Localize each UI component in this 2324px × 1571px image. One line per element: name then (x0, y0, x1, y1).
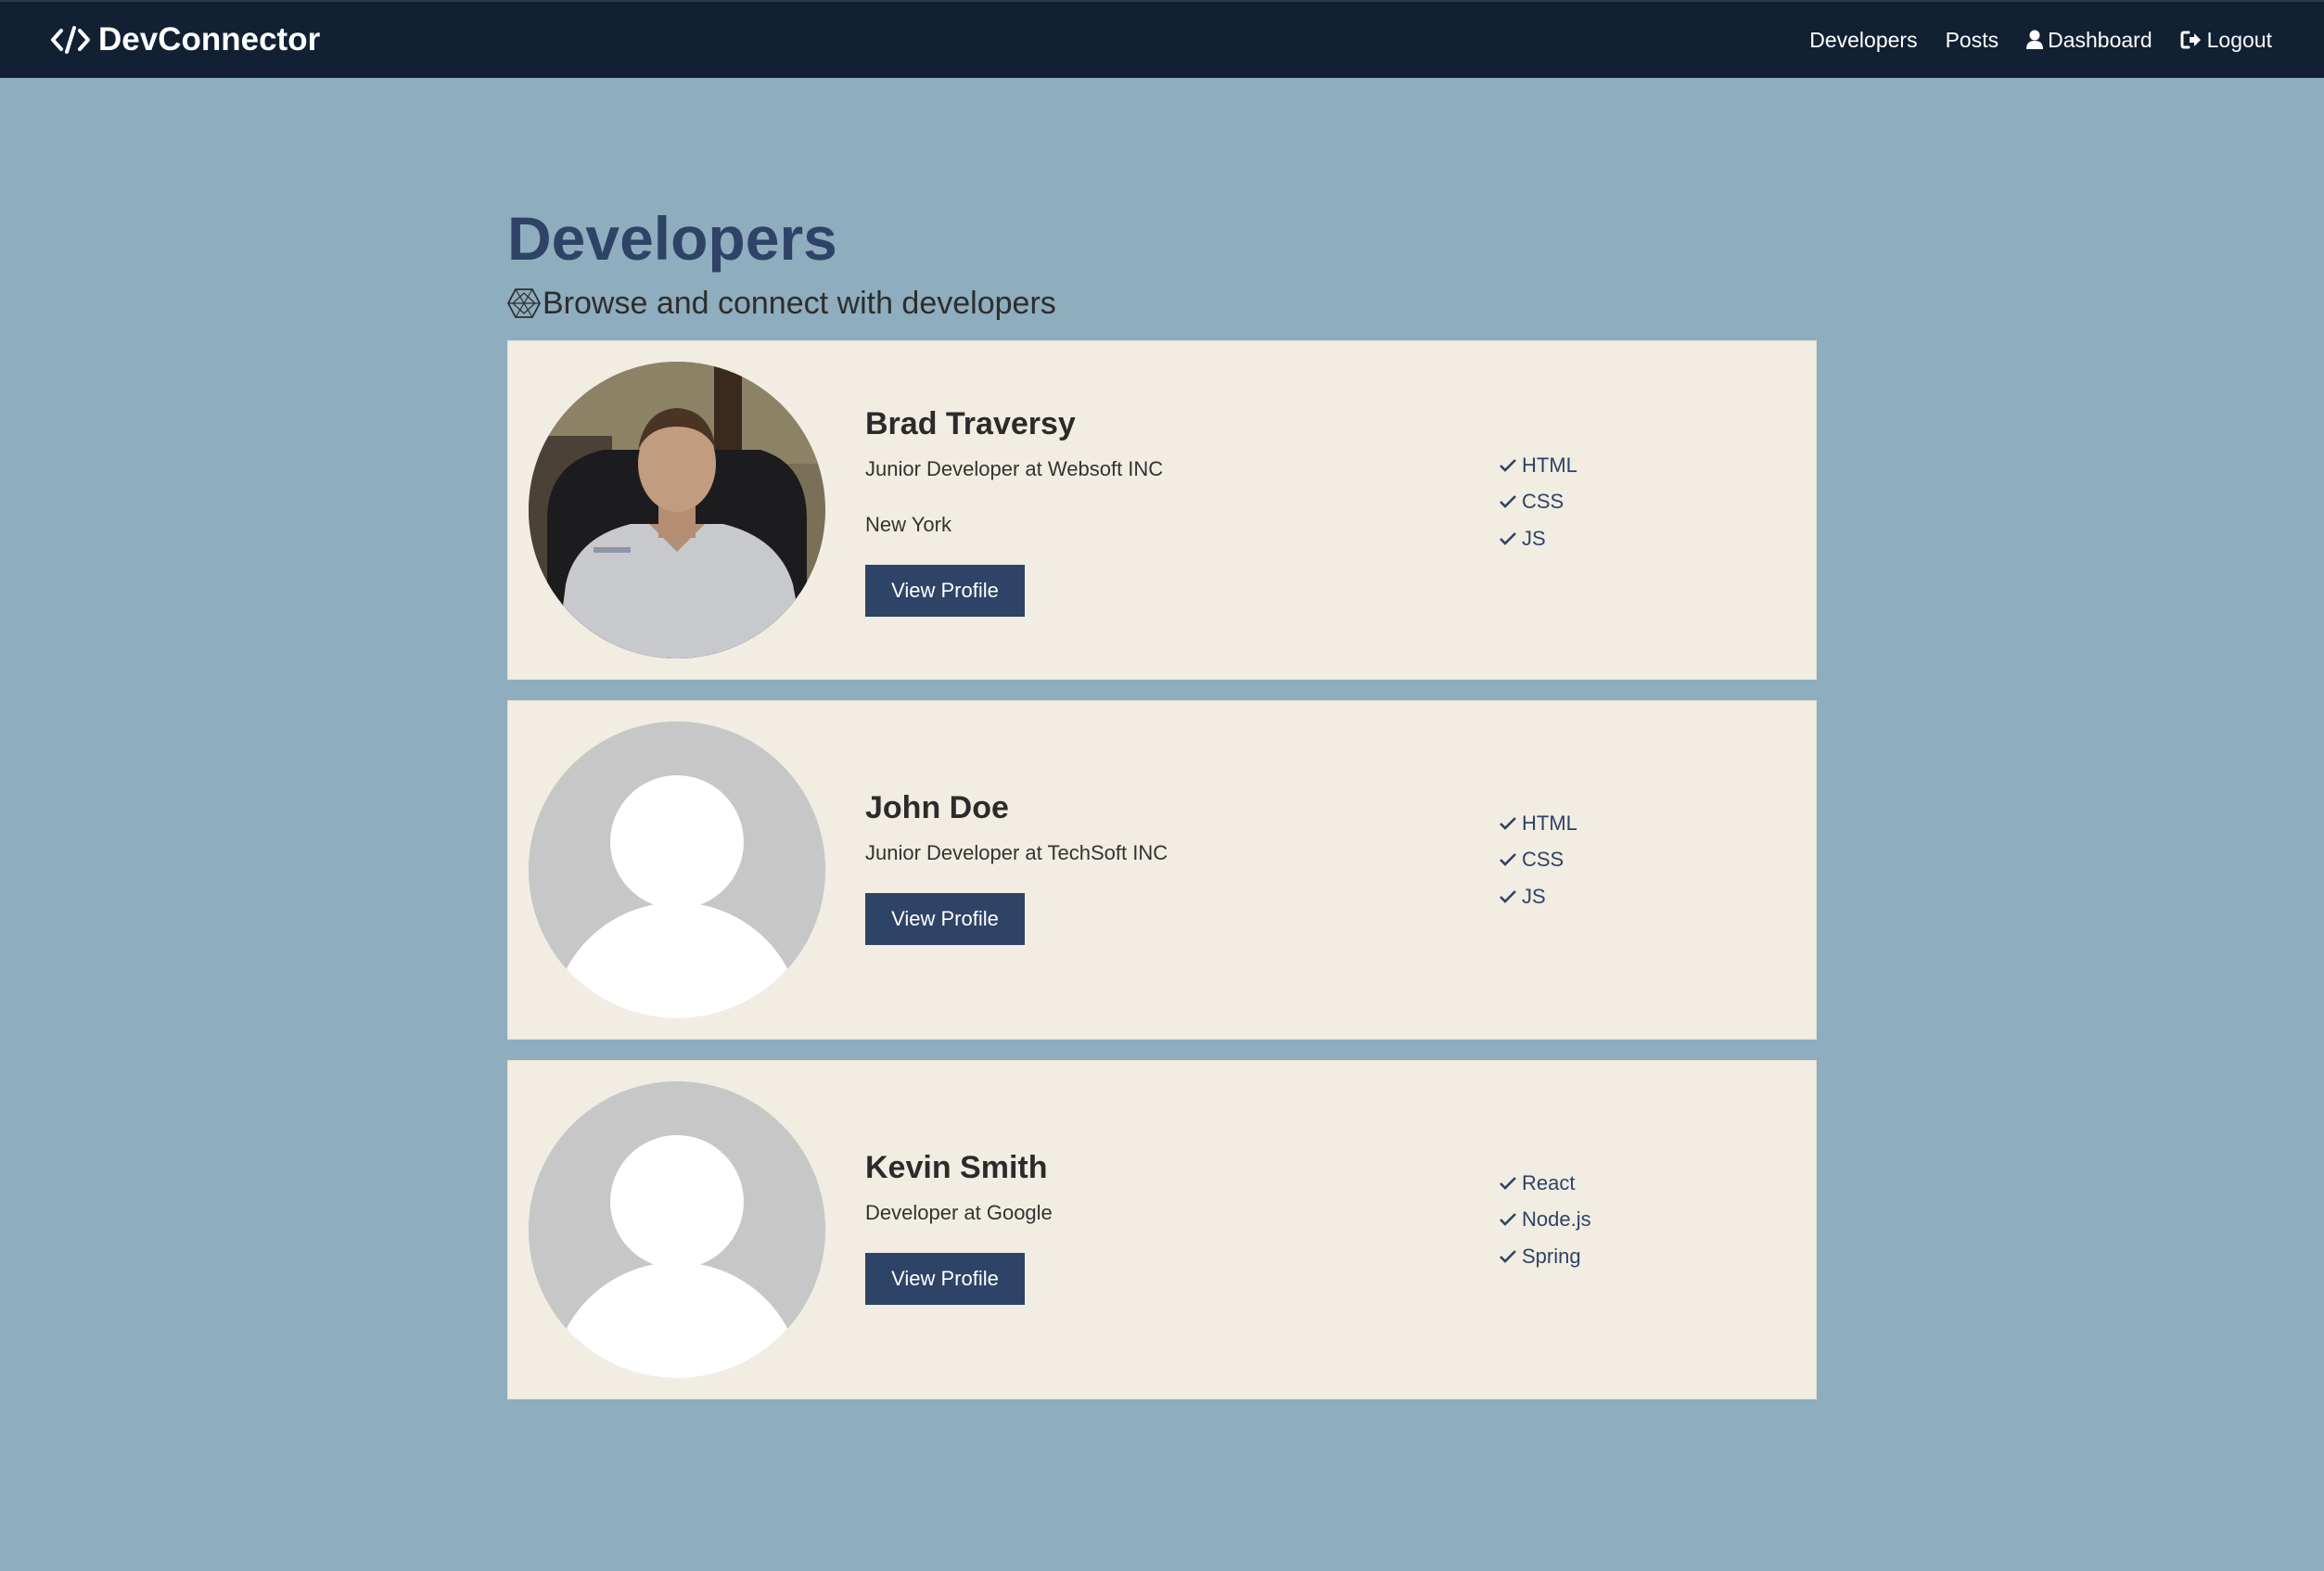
logout-icon (2180, 31, 2201, 49)
nav-developers[interactable]: Developers (1809, 28, 1917, 53)
profile-status: Junior Developer at TechSoft INC (865, 841, 1168, 864)
check-icon (1500, 889, 1516, 903)
skill-item: HTML (1499, 447, 1577, 484)
code-icon (51, 26, 90, 54)
skill-item: JS (1499, 878, 1577, 915)
skill-label: HTML (1522, 453, 1577, 477)
skill-label: CSS (1522, 490, 1564, 514)
view-profile-button[interactable]: View Profile (865, 1253, 1025, 1305)
check-icon (1500, 495, 1516, 509)
profile-card: John Doe Junior Developer at TechSoft IN… (507, 700, 1817, 1040)
avatar (529, 362, 825, 658)
profile-info: Kevin Smith Developer at Google View Pro… (865, 1150, 1053, 1305)
brand-link[interactable]: DevConnector (50, 21, 320, 58)
nav-links: Developers Posts Dashboard Logout (1781, 28, 2272, 53)
nav-posts[interactable]: Posts (1946, 28, 1999, 53)
nav-logout-label: Logout (2206, 27, 2272, 52)
profile-name: John Doe (865, 790, 1009, 825)
check-icon (1500, 1249, 1516, 1263)
user-icon (2026, 30, 2044, 49)
avatar-photo (529, 362, 825, 658)
check-icon (1500, 816, 1516, 830)
skill-label: Node.js (1522, 1207, 1591, 1232)
check-icon (1500, 1213, 1516, 1227)
skill-item: CSS (1499, 842, 1577, 879)
skills-list: React Node.js Spring (1499, 1165, 1591, 1275)
avatar (529, 1081, 825, 1378)
skill-item: Spring (1499, 1238, 1591, 1275)
skill-item: JS (1499, 520, 1577, 557)
profile-status: Developer at Google (865, 1201, 1053, 1224)
profile-location: New York (865, 513, 951, 536)
default-avatar-icon (529, 1081, 825, 1378)
check-icon (1500, 853, 1516, 867)
profile-name: Brad Traversy (865, 406, 1076, 441)
main-container: Developers Browse and connect with devel… (507, 78, 1817, 1420)
skill-item: Node.js (1499, 1202, 1591, 1239)
profile-info: Brad Traversy Junior Developer at Websof… (865, 406, 1163, 617)
profile-info: John Doe Junior Developer at TechSoft IN… (865, 790, 1168, 945)
profile-name: Kevin Smith (865, 1150, 1048, 1185)
skill-label: HTML (1522, 811, 1577, 835)
skill-label: CSS (1522, 848, 1564, 872)
profile-list: Brad Traversy Junior Developer at Websof… (507, 340, 1817, 1399)
view-profile-button[interactable]: View Profile (865, 893, 1025, 945)
skill-label: React (1522, 1170, 1576, 1194)
check-icon (1500, 1176, 1516, 1190)
skills-list: HTML CSS JS (1499, 805, 1577, 915)
skill-item: HTML (1499, 805, 1577, 842)
skill-label: JS (1522, 526, 1546, 550)
brand-label: DevConnector (98, 21, 321, 57)
page-lead-text: Browse and connect with developers (543, 285, 1056, 321)
avatar (529, 722, 825, 1018)
nav-logout[interactable]: Logout (2180, 28, 2272, 53)
nav-dashboard-label: Dashboard (2048, 27, 2152, 52)
profile-card: Brad Traversy Junior Developer at Websof… (507, 340, 1817, 680)
default-avatar-icon (529, 722, 825, 1018)
view-profile-button[interactable]: View Profile (865, 565, 1025, 617)
nav-developers-label: Developers (1809, 27, 1918, 52)
skill-label: Spring (1522, 1244, 1581, 1268)
navbar: DevConnector Developers Posts Dashboard … (0, 0, 2324, 78)
skill-item: React (1499, 1165, 1591, 1202)
profile-status: Junior Developer at Websoft INC (865, 457, 1164, 480)
skill-label: JS (1522, 884, 1546, 908)
nav-dashboard[interactable]: Dashboard (2026, 28, 2152, 53)
page-title: Developers (507, 204, 837, 273)
check-icon (1500, 458, 1516, 472)
skills-list: HTML CSS JS (1499, 447, 1577, 557)
connectdevelop-icon (507, 288, 541, 318)
skill-item: CSS (1499, 484, 1577, 521)
page-lead: Browse and connect with developers (507, 275, 1817, 331)
check-icon (1500, 531, 1516, 545)
nav-posts-label: Posts (1945, 27, 1999, 52)
profile-card: Kevin Smith Developer at Google View Pro… (507, 1060, 1817, 1399)
